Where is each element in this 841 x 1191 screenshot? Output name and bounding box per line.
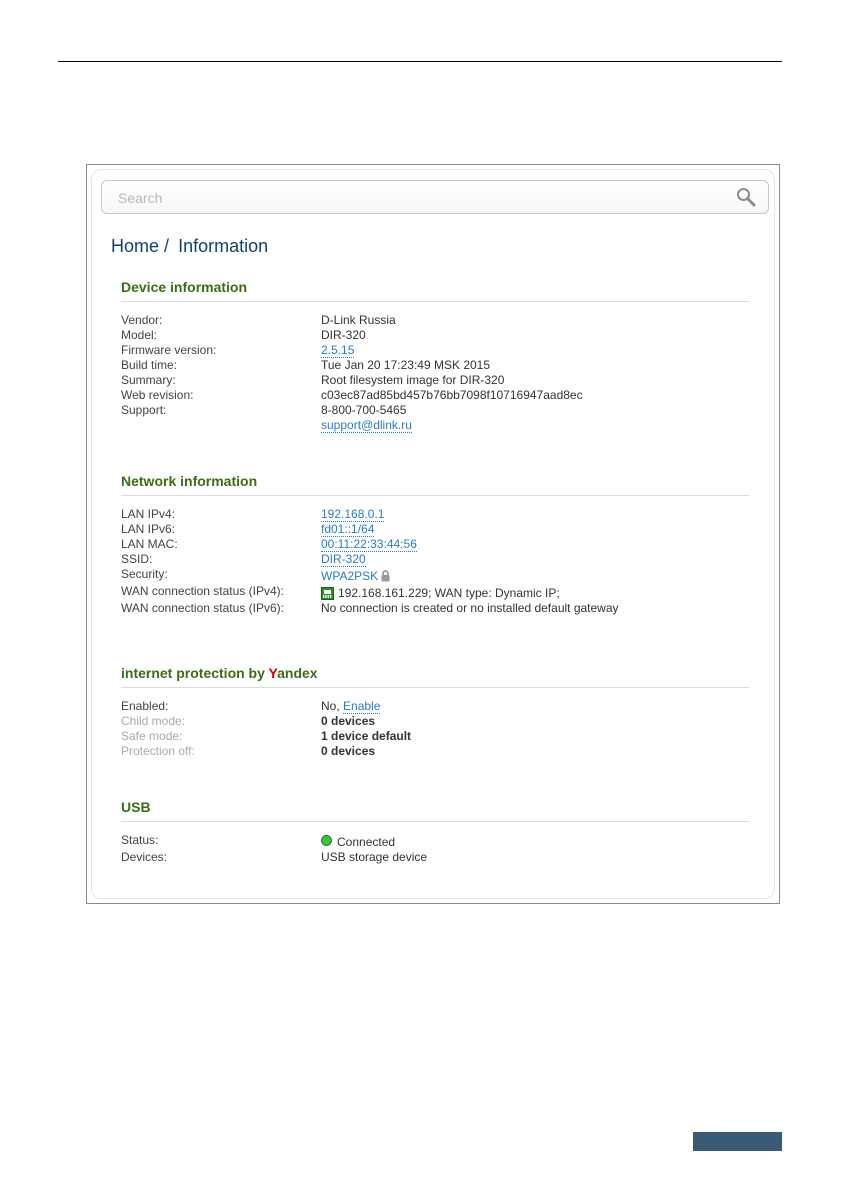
row-value: 1 device default [321,729,412,743]
row-label: Status: [121,833,159,847]
info-row-protection-off: Protection off: 0 devices [121,744,749,759]
row-label: Security: [121,567,168,581]
row-label: Model: [121,328,158,342]
lock-icon [381,570,390,582]
search-input[interactable] [116,187,720,209]
row-label: Vendor: [121,313,163,327]
info-row-ssid: SSID: DIR-320 [121,552,749,567]
usb-section: USB Status: Connected Devices: USB stora… [121,798,749,865]
yandex-protection-section: internet protection by Yandex Enabled: N… [121,664,749,759]
info-row-usb-status: Status: Connected [121,833,749,850]
row-label: LAN IPv6: [121,522,176,536]
info-row-child-mode: Child mode: 0 devices [121,714,749,729]
row-label: LAN MAC: [121,537,178,551]
page-number-tab [693,1132,782,1151]
info-row-enabled: Enabled: No, Enable [121,699,749,714]
row-value: 8-800-700-5465 [321,403,407,417]
status-indicator-icon [321,835,332,846]
section-title: internet protection by Yandex [121,664,749,682]
firmware-version-link[interactable]: 2.5.15 [321,343,355,358]
row-label: Protection off: [121,744,195,758]
info-row-firmware: Firmware version: 2.5.15 [121,343,749,358]
row-label: WAN connection status (IPv4): [121,584,284,598]
network-information-section: Network information LAN IPv4: 192.168.0.… [121,472,749,616]
row-label: Enabled: [121,699,169,713]
lan-mac-link[interactable]: 00:11:22:33:44:56 [321,537,417,552]
row-value: Root filesystem image for DIR-320 [321,373,505,387]
info-row-support: Support: 8-800-700-5465 [121,403,749,418]
section-divider [121,301,749,302]
row-label: SSID: [121,552,153,566]
section-title: Network information [121,473,258,489]
search-icon[interactable] [736,187,756,207]
row-label: Build time: [121,358,178,372]
yandex-logo-letter: Y [268,665,278,681]
row-value: Connected [337,835,396,849]
info-row-wan-ipv4: WAN connection status (IPv4): 192.168.16… [121,584,749,601]
breadcrumb: Home / Information [111,236,268,257]
row-value: 0 devices [321,744,376,758]
web-interface-panel: Home / Information Device information Ve… [91,169,775,899]
ssid-link[interactable]: DIR-320 [321,552,366,567]
row-label: Devices: [121,850,168,864]
ethernet-port-icon [321,587,334,600]
security-link[interactable]: WPA2PSK [321,569,378,583]
breadcrumb-home[interactable]: Home [111,236,159,256]
section-title-rest: andex [277,665,318,681]
device-information-section: Device information Vendor: D-Link Russia… [121,278,749,433]
info-row-safe-mode: Safe mode: 1 device default [121,729,749,744]
row-value: D-Link Russia [321,313,396,327]
section-divider [121,687,749,688]
info-row-web-revision: Web revision: c03ec87ad85bd457b76bb7098f… [121,388,749,403]
row-value: USB storage device [321,850,428,864]
lan-ipv6-link[interactable]: fd01::1/64 [321,522,375,537]
row-value: DIR-320 [321,328,366,342]
section-divider [121,495,749,496]
info-row-build-time: Build time: Tue Jan 20 17:23:49 MSK 2015 [121,358,749,373]
section-title-prefix: internet protection by [121,665,269,681]
row-value: Tue Jan 20 17:23:49 MSK 2015 [321,358,491,372]
row-value: 0 devices [321,714,376,728]
info-row-support-email: support@dlink.ru [121,418,749,433]
breadcrumb-separator: / [164,236,170,256]
screenshot-frame: Home / Information Device information Ve… [86,164,780,904]
info-row-lan-mac: LAN MAC: 00:11:22:33:44:56 [121,537,749,552]
info-row-model: Model: DIR-320 [121,328,749,343]
row-label: Safe mode: [121,729,183,743]
row-label: Firmware version: [121,343,217,357]
section-divider [121,821,749,822]
row-label: Child mode: [121,714,186,728]
enabled-value: No, [321,699,340,713]
row-label: WAN connection status (IPv6): [121,601,284,615]
search-bar [101,180,769,214]
lan-ipv4-link[interactable]: 192.168.0.1 [321,507,385,522]
row-value: No connection is created or no installed… [321,601,619,615]
info-row-summary: Summary: Root filesystem image for DIR-3… [121,373,749,388]
info-row-lan-ipv6: LAN IPv6: fd01::1/64 [121,522,749,537]
row-label: LAN IPv4: [121,507,176,521]
enable-link[interactable]: Enable [343,699,381,714]
breadcrumb-current: Information [178,236,269,256]
row-label: Summary: [121,373,176,387]
info-row-security: Security: WPA2PSK [121,567,749,584]
row-value: c03ec87ad85bd457b76bb7098f10716947aad8ec [321,388,583,402]
row-label: Web revision: [121,388,194,402]
info-row-wan-ipv6: WAN connection status (IPv6): No connect… [121,601,749,616]
info-row-usb-devices: Devices: USB storage device [121,850,749,865]
row-value: 192.168.161.229; WAN type: Dynamic IP; [338,586,560,600]
section-title: USB [121,799,151,815]
info-row-lan-ipv4: LAN IPv4: 192.168.0.1 [121,507,749,522]
support-email-link[interactable]: support@dlink.ru [321,418,412,433]
row-label: Support: [121,403,167,417]
info-row-vendor: Vendor: D-Link Russia [121,313,749,328]
page-top-rule [58,61,782,62]
section-title: Device information [121,279,248,295]
